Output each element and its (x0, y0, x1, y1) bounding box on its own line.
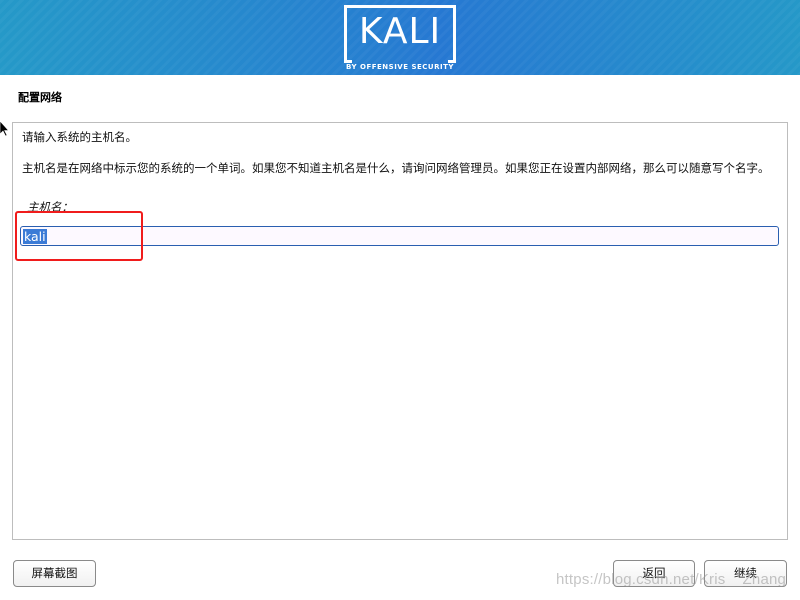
back-button[interactable]: 返回 (613, 560, 695, 587)
mouse-pointer-icon (0, 121, 10, 137)
hostname-description: 主机名是在网络中标示您的系统的一个单词。如果您不知道主机名是什么，请询问网络管理… (22, 161, 770, 175)
hostname-prompt: 请输入系统的主机名。 (22, 130, 137, 144)
continue-button[interactable]: 继续 (704, 560, 787, 587)
hostname-input-selected-text: kali (23, 229, 47, 244)
hostname-input[interactable] (20, 226, 779, 246)
kali-logo: KALI (358, 11, 442, 52)
content-panel (12, 122, 788, 540)
kali-header-banner: KALI BY OFFENSIVE SECURITY (0, 0, 800, 75)
screenshot-button[interactable]: 屏幕截图 (13, 560, 96, 587)
section-title: 配置网络 (18, 91, 62, 104)
kali-logo-subtitle: BY OFFENSIVE SECURITY (346, 63, 454, 71)
hostname-label: 主机名： (27, 200, 73, 214)
